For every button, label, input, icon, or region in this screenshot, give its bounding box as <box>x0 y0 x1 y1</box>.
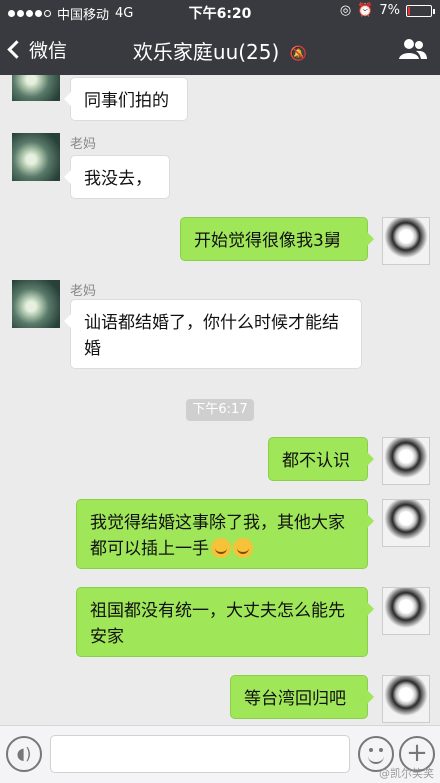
battery-icon <box>406 4 435 17</box>
alarm-icon: ⏰ <box>357 3 374 18</box>
laugh-cry-emoji-icon <box>211 538 231 558</box>
bell-slash-icon: 🔕 <box>289 45 308 62</box>
avatar[interactable] <box>382 675 430 723</box>
avatar[interactable] <box>12 75 60 101</box>
status-bar: 中国移动 4G 下午6:20 ◎ ⏰ 7% <box>0 0 440 23</box>
message-bubble[interactable]: 我觉得结婚这事除了我，其他大家都可以插上一手 <box>76 499 374 569</box>
lock-rotation-icon: ◎ <box>339 3 352 18</box>
avatar[interactable] <box>12 280 60 328</box>
time-badge: 下午6:17 <box>186 399 254 421</box>
avatar[interactable] <box>382 587 430 635</box>
message-bubble[interactable]: 开始觉得很像我3舅 <box>180 217 374 261</box>
chat-title-wrap: 欢乐家庭uu(25) 🔕 <box>0 36 440 65</box>
sender-name: 老妈 <box>70 284 97 299</box>
voice-icon[interactable]: ◖) <box>6 736 42 772</box>
people-icon[interactable] <box>398 38 428 60</box>
message-bubble[interactable]: 祖国都没有统一，大丈夫怎么能先安家 <box>76 587 374 657</box>
avatar[interactable] <box>382 437 430 485</box>
message-bubble[interactable]: 同事们拍的 <box>64 77 188 121</box>
message-bubble[interactable]: 我没去， <box>64 155 170 199</box>
top-bar: 中国移动 4G 下午6:20 ◎ ⏰ 7% 微信 欢乐家庭uu(25) 🔕 <box>0 0 440 75</box>
laugh-cry-emoji-icon <box>233 538 253 558</box>
message-bubble[interactable]: 都不认识 <box>268 437 374 481</box>
avatar[interactable] <box>382 499 430 547</box>
avatar[interactable] <box>12 133 60 181</box>
message-bubble[interactable]: 等台湾回归吧 <box>230 675 374 719</box>
avatar[interactable] <box>382 217 430 265</box>
status-right: ◎ ⏰ 7% <box>339 3 435 18</box>
input-bar: ◖) + @凯尔笑笑 <box>0 725 440 783</box>
nav-bar: 微信 欢乐家庭uu(25) 🔕 <box>0 28 440 72</box>
watermark: @凯尔笑笑 <box>379 767 434 780</box>
message-input[interactable] <box>50 735 350 773</box>
battery-percent: 7% <box>379 3 400 18</box>
chat-title: 欢乐家庭uu(25) <box>132 40 280 64</box>
message-list[interactable]: 同事们拍的 老妈 我没去， 开始觉得很像我3舅 老妈 讪语都结婚了，你什么时候才… <box>0 75 440 725</box>
message-bubble[interactable]: 讪语都结婚了，你什么时候才能结婚 <box>64 299 362 369</box>
sender-name: 老妈 <box>70 137 97 152</box>
